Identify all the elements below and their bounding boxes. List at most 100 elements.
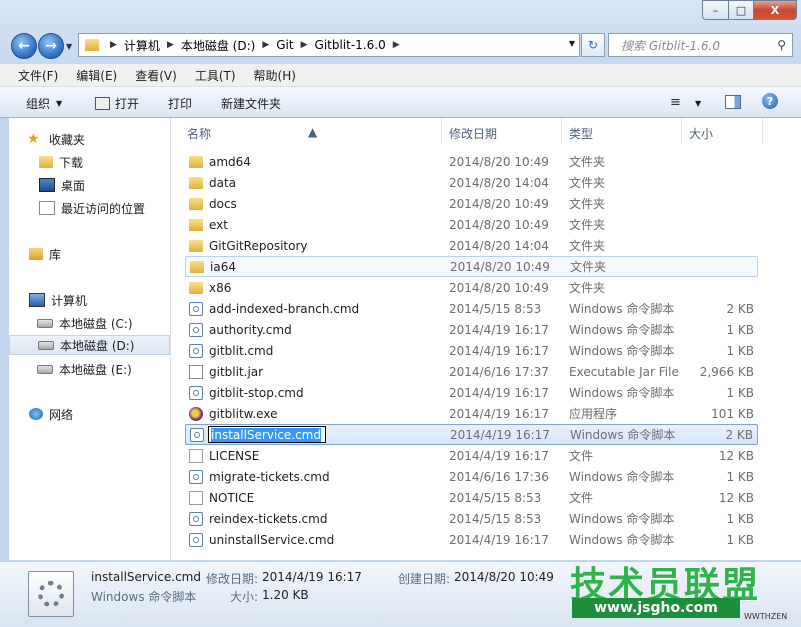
folder-icon bbox=[85, 39, 99, 51]
column-divider[interactable] bbox=[441, 118, 442, 144]
document-icon bbox=[189, 490, 203, 505]
nav-disk-d[interactable]: 本地磁盘 (D:) bbox=[9, 335, 170, 355]
details-modified: 2014/4/19 16:17 bbox=[262, 570, 362, 584]
file-row[interactable]: x86 2014/8/20 10:49 文件夹 bbox=[185, 277, 758, 298]
refresh-icon[interactable]: ↻ bbox=[581, 33, 605, 57]
nav-libraries[interactable]: 库 bbox=[29, 244, 169, 264]
menu-view[interactable]: 查看(V) bbox=[135, 67, 177, 84]
nav-computer-label: 计算机 bbox=[51, 293, 88, 308]
address-dropdown-icon[interactable]: ▼ bbox=[569, 39, 575, 48]
file-row[interactable]: ia64 2014/8/20 10:49 文件夹 bbox=[185, 256, 758, 277]
nav-downloads[interactable]: 下载 bbox=[39, 152, 169, 172]
nav-computer[interactable]: 计算机 bbox=[29, 290, 169, 310]
file-type: 文件 bbox=[569, 449, 594, 463]
file-type: Windows 命令脚本 bbox=[569, 323, 675, 337]
file-row[interactable]: GitGitRepository 2014/8/20 14:04 文件夹 bbox=[185, 235, 758, 256]
maximize-button[interactable]: □ bbox=[729, 0, 754, 20]
file-row[interactable]: uninstallService.cmd 2014/4/19 16:17 Windo… bbox=[185, 529, 758, 550]
file-row[interactable]: ext 2014/8/20 10:49 文件夹 bbox=[185, 214, 758, 235]
open-button[interactable]: 打开 bbox=[95, 95, 139, 112]
file-row[interactable]: installService.cmd 2014/4/19 16:17 Windows… bbox=[185, 424, 758, 445]
rename-input[interactable]: installService.cmd bbox=[208, 426, 326, 443]
view-list-icon[interactable]: ≡ bbox=[670, 95, 681, 110]
nav-favorites[interactable]: ★ 收藏夹 bbox=[27, 129, 167, 149]
breadcrumb-gitblit[interactable]: Gitblit-1.6.0 bbox=[315, 38, 386, 52]
file-row[interactable]: authority.cmd 2014/4/19 16:17 Windows 命令脚本… bbox=[185, 319, 758, 340]
chevron-right-icon[interactable]: ▶ bbox=[167, 40, 174, 50]
details-size-label: 大小: bbox=[230, 590, 259, 604]
file-date: 2014/6/16 17:37 bbox=[449, 364, 549, 379]
breadcrumb-disk-d[interactable]: 本地磁盘 (D:) bbox=[181, 37, 255, 54]
search-icon[interactable]: ⚲ bbox=[777, 38, 786, 52]
file-name: x86 bbox=[209, 280, 232, 295]
nav-disk-c[interactable]: 本地磁盘 (C:) bbox=[37, 313, 169, 333]
file-date: 2014/4/19 16:17 bbox=[449, 322, 549, 337]
column-divider[interactable] bbox=[762, 118, 763, 144]
view-dropdown-icon[interactable]: ▼ bbox=[695, 99, 701, 108]
menu-bar: 文件(F) 编辑(E) 查看(V) 工具(T) 帮助(H) bbox=[0, 64, 801, 87]
breadcrumb-computer[interactable]: 计算机 bbox=[124, 37, 160, 54]
file-row[interactable]: data 2014/8/20 14:04 文件夹 bbox=[185, 172, 758, 193]
chevron-right-icon[interactable]: ▶ bbox=[110, 40, 117, 50]
drive-e-icon bbox=[37, 364, 53, 374]
menu-file[interactable]: 文件(F) bbox=[18, 67, 58, 84]
column-size[interactable]: 大小 bbox=[689, 125, 713, 142]
file-name: add-indexed-branch.cmd bbox=[209, 301, 360, 316]
script-icon bbox=[189, 532, 203, 547]
file-row[interactable]: gitblit.cmd 2014/4/19 16:17 Windows 命令脚本 1 … bbox=[185, 340, 758, 361]
file-size: 12 KB bbox=[718, 490, 754, 505]
search-input[interactable]: 搜索 Gitblit-1.6.0 bbox=[621, 37, 777, 54]
search-box[interactable]: 搜索 Gitblit-1.6.0 ⚲ bbox=[608, 33, 793, 57]
nav-network[interactable]: 网络 bbox=[29, 404, 169, 424]
file-row[interactable]: gitblit.jar 2014/6/16 17:37 Executable Jar… bbox=[185, 361, 758, 382]
menu-tools[interactable]: 工具(T) bbox=[195, 67, 236, 84]
file-name: reindex-tickets.cmd bbox=[209, 511, 328, 526]
file-row[interactable]: reindex-tickets.cmd 2014/5/15 8:53 Windows… bbox=[185, 508, 758, 529]
file-row[interactable]: amd64 2014/8/20 10:49 文件夹 bbox=[185, 151, 758, 172]
help-icon[interactable]: ? bbox=[762, 93, 778, 109]
column-name[interactable]: 名称 bbox=[187, 125, 211, 142]
preview-pane-icon[interactable] bbox=[725, 95, 741, 109]
column-modified[interactable]: 修改日期 bbox=[449, 125, 497, 142]
menu-help[interactable]: 帮助(H) bbox=[254, 67, 296, 84]
nav-network-label: 网络 bbox=[49, 407, 74, 422]
address-bar[interactable]: ▶ 计算机 ▶ 本地磁盘 (D:) ▶ Git ▶ Gitblit-1.6.0 … bbox=[78, 33, 580, 57]
column-type[interactable]: 类型 bbox=[569, 125, 593, 142]
file-row[interactable]: docs 2014/8/20 10:49 文件夹 bbox=[185, 193, 758, 214]
column-divider[interactable] bbox=[561, 118, 562, 144]
file-type: 文件夹 bbox=[569, 218, 606, 232]
file-row[interactable]: gitblitw.exe 2014/4/19 16:17 应用程序 101 KB bbox=[185, 403, 758, 424]
print-button[interactable]: 打印 bbox=[168, 95, 192, 112]
file-date: 2014/4/19 16:17 bbox=[450, 427, 550, 442]
breadcrumb-git[interactable]: Git bbox=[276, 38, 293, 52]
file-date: 2014/5/15 8:53 bbox=[449, 301, 542, 316]
details-created-label: 创建日期: bbox=[398, 572, 451, 586]
file-type: 文件夹 bbox=[569, 239, 606, 253]
minimize-button[interactable]: – bbox=[702, 0, 729, 20]
nav-desktop[interactable]: 桌面 bbox=[39, 175, 169, 195]
file-row[interactable]: add-indexed-branch.cmd 2014/5/15 8:53 Wind… bbox=[185, 298, 758, 319]
chevron-right-icon[interactable]: ▶ bbox=[393, 40, 400, 50]
forward-arrow-icon[interactable]: → bbox=[38, 33, 64, 59]
nav-disk-e[interactable]: 本地磁盘 (E:) bbox=[37, 359, 169, 379]
file-row[interactable]: gitblit-stop.cmd 2014/4/19 16:17 Windows 命… bbox=[185, 382, 758, 403]
library-icon bbox=[29, 248, 43, 260]
organize-button[interactable]: 组织 ▼ bbox=[26, 95, 62, 112]
new-folder-button[interactable]: 新建文件夹 bbox=[221, 95, 281, 112]
script-icon bbox=[189, 511, 203, 526]
file-row[interactable]: NOTICE 2014/5/15 8:53 文件 12 KB bbox=[185, 487, 758, 508]
close-button[interactable]: X bbox=[754, 0, 797, 20]
back-arrow-icon[interactable]: ← bbox=[11, 33, 37, 59]
folder-icon bbox=[190, 260, 204, 273]
file-row[interactable]: LICENSE 2014/4/19 16:17 文件 12 KB bbox=[185, 445, 758, 466]
column-divider[interactable] bbox=[681, 118, 682, 144]
file-type: Windows 命令脚本 bbox=[569, 470, 675, 484]
chevron-right-icon[interactable]: ▶ bbox=[262, 40, 269, 50]
file-row[interactable]: migrate-tickets.cmd 2014/6/16 17:36 Window… bbox=[185, 466, 758, 487]
history-dropdown-icon[interactable]: ▼ bbox=[66, 42, 72, 51]
chevron-right-icon[interactable]: ▶ bbox=[301, 40, 308, 50]
application-icon bbox=[189, 406, 203, 421]
menu-edit[interactable]: 编辑(E) bbox=[76, 67, 117, 84]
nav-recent[interactable]: 最近访问的位置 bbox=[39, 198, 169, 218]
explorer-window: – □ X ← → ▼ ▶ 计算机 ▶ 本地磁盘 (D:) ▶ Git ▶ Gi… bbox=[0, 0, 801, 627]
